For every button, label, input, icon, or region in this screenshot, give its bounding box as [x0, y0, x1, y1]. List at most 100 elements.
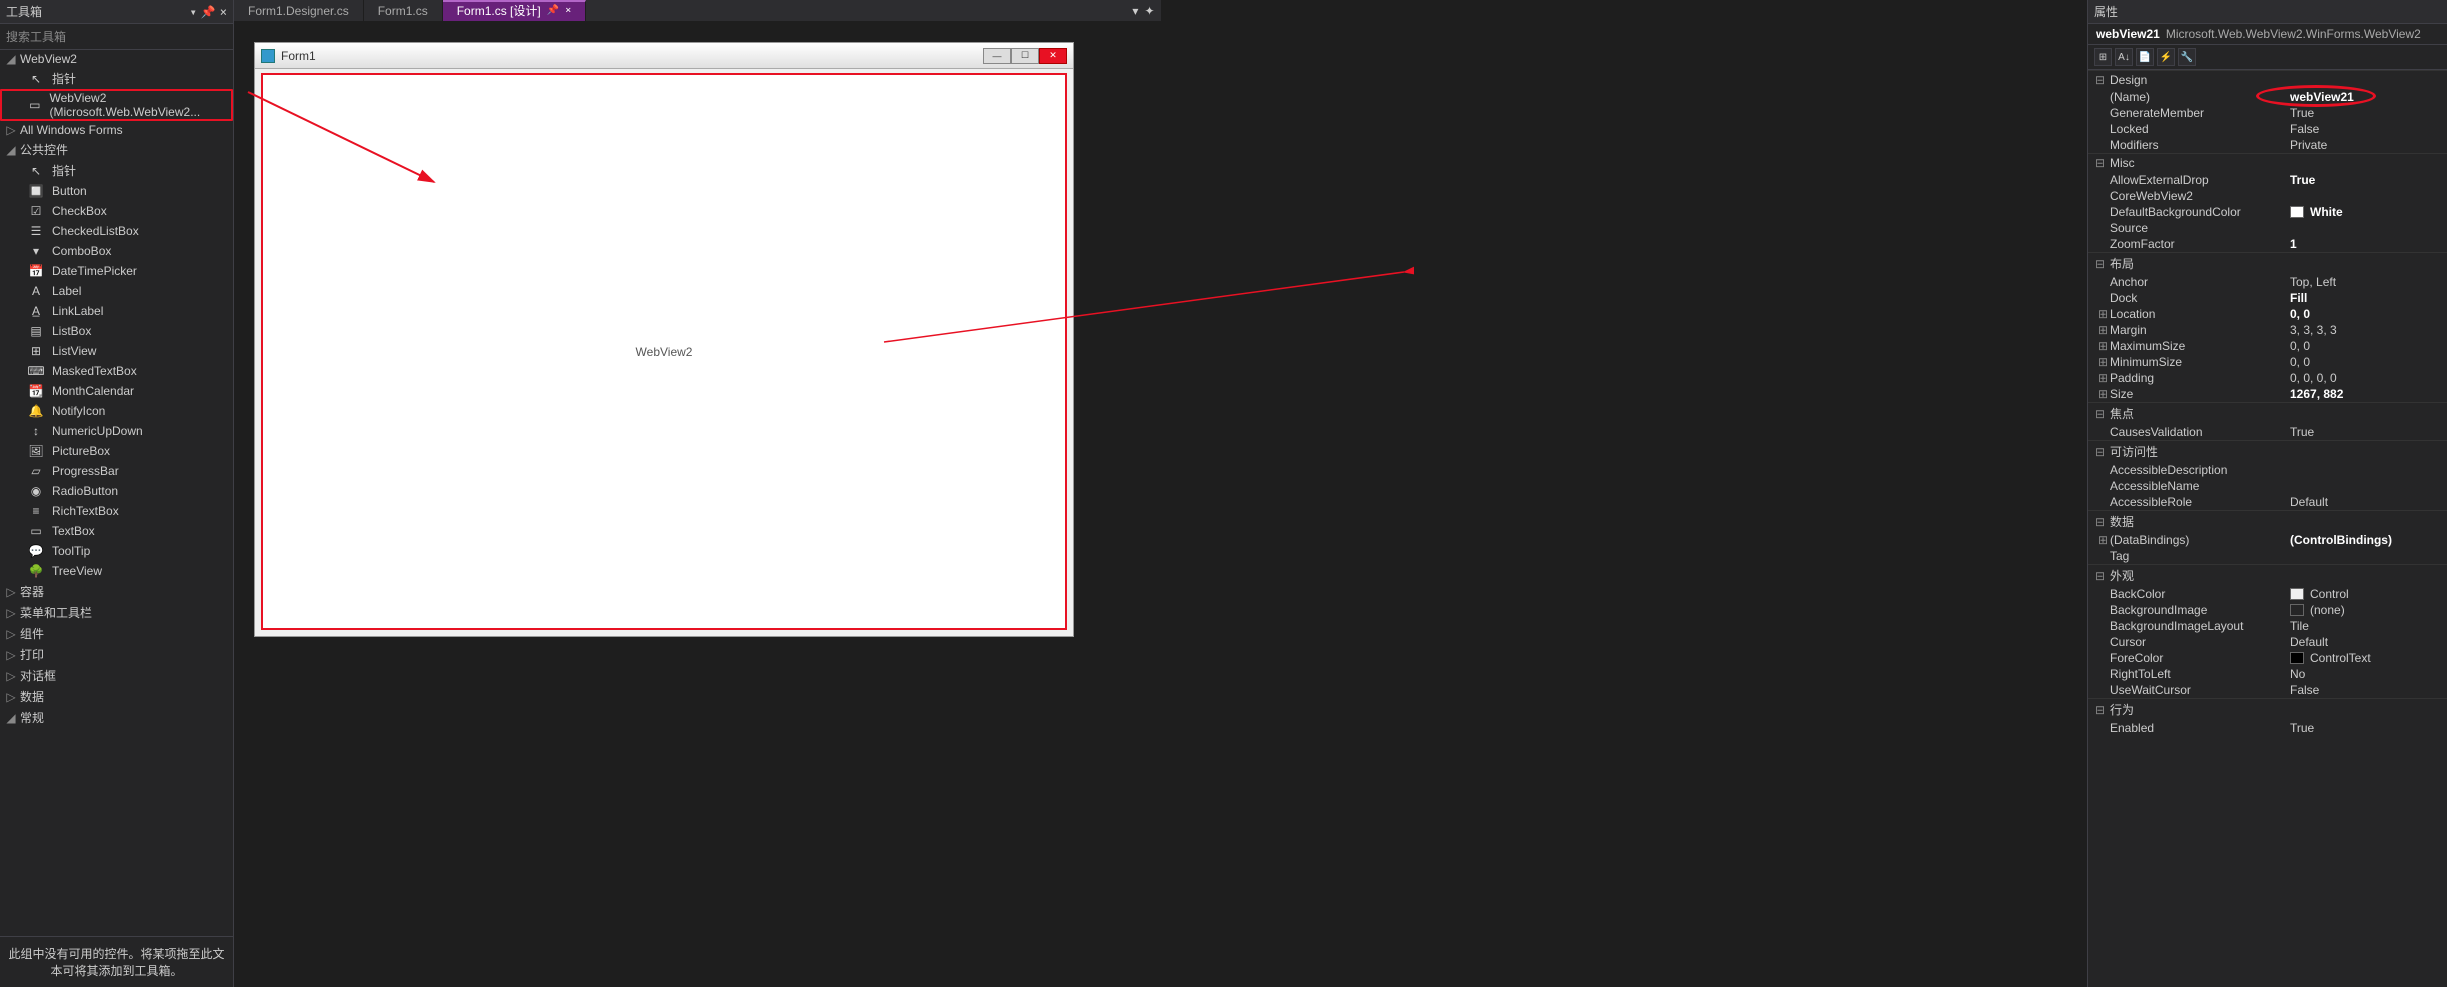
property-value[interactable]: (none) [2290, 603, 2447, 617]
collapse-icon[interactable]: ⊟ [2094, 407, 2106, 421]
expand-icon[interactable]: ◢ [6, 711, 16, 725]
property-row[interactable]: ZoomFactor1 [2088, 236, 2447, 252]
toolbox-item[interactable]: ↕NumericUpDown [0, 421, 233, 441]
form-close-button[interactable]: ✕ [1039, 48, 1067, 64]
property-row[interactable]: (Name)webView21 [2088, 89, 2447, 105]
property-value[interactable]: 3, 3, 3, 3 [2290, 323, 2447, 337]
expand-icon[interactable]: ⊞ [2096, 307, 2110, 321]
solution-explorer-icon[interactable]: ✦ [1144, 4, 1154, 18]
expand-icon[interactable]: ▷ [6, 669, 16, 683]
toolbox-item[interactable]: ▤ListBox [0, 321, 233, 341]
expand-icon[interactable]: ⊞ [2096, 371, 2110, 385]
toolbox-group[interactable]: ▷容器 [0, 581, 233, 602]
property-pages-icon[interactable]: 🔧 [2178, 48, 2196, 66]
expand-icon[interactable]: ⊞ [2096, 533, 2110, 547]
toolbox-item[interactable]: ⊞ListView [0, 341, 233, 361]
toolbox-item[interactable]: ↖指针 [0, 68, 233, 89]
collapse-icon[interactable]: ⊟ [2094, 703, 2106, 717]
property-value[interactable]: No [2290, 667, 2447, 681]
property-value[interactable]: 0, 0, 0, 0 [2290, 371, 2447, 385]
property-value[interactable]: webView21 [2290, 90, 2447, 104]
property-value[interactable]: (ControlBindings) [2290, 533, 2447, 547]
object-selector[interactable]: webView21 Microsoft.Web.WebView2.WinForm… [2088, 24, 2447, 45]
property-value[interactable]: White [2290, 205, 2447, 219]
toolbox-item[interactable]: 🔲Button [0, 181, 233, 201]
property-row[interactable]: ⊞Margin3, 3, 3, 3 [2088, 322, 2447, 338]
property-row[interactable]: ⊞Location0, 0 [2088, 306, 2447, 322]
property-row[interactable]: DefaultBackgroundColorWhite [2088, 204, 2447, 220]
property-value[interactable]: Control [2290, 587, 2447, 601]
property-row[interactable]: ForeColorControlText [2088, 650, 2447, 666]
property-row[interactable]: RightToLeftNo [2088, 666, 2447, 682]
toolbox-item[interactable]: ⌨MaskedTextBox [0, 361, 233, 381]
toolbox-item[interactable]: ▾ComboBox [0, 241, 233, 261]
toolbox-item[interactable]: 💬ToolTip [0, 541, 233, 561]
expand-icon[interactable]: ◢ [6, 52, 16, 66]
collapse-icon[interactable]: ⊟ [2094, 515, 2106, 529]
property-value[interactable]: Tile [2290, 619, 2447, 633]
collapse-icon[interactable]: ⊟ [2094, 445, 2106, 459]
property-row[interactable]: AccessibleDescription [2088, 462, 2447, 478]
property-row[interactable]: CausesValidationTrue [2088, 424, 2447, 440]
toolbox-group[interactable]: ◢常规 [0, 707, 233, 728]
property-category[interactable]: ⊟Misc [2088, 153, 2447, 172]
property-row[interactable]: AccessibleRoleDefault [2088, 494, 2447, 510]
property-value[interactable] [2290, 221, 2447, 235]
property-value[interactable]: 0, 0 [2290, 307, 2447, 321]
property-row[interactable]: DockFill [2088, 290, 2447, 306]
events-icon[interactable]: ⚡ [2157, 48, 2175, 66]
pin-icon[interactable]: 📌 [201, 5, 216, 19]
property-row[interactable]: ⊞MinimumSize0, 0 [2088, 354, 2447, 370]
property-value[interactable]: False [2290, 122, 2447, 136]
property-value[interactable]: True [2290, 173, 2447, 187]
property-value[interactable]: 0, 0 [2290, 339, 2447, 353]
form1-window[interactable]: Form1 — ☐ ✕ WebView2 [254, 42, 1074, 637]
property-value[interactable]: Fill [2290, 291, 2447, 305]
toolbox-group[interactable]: ▷All Windows Forms [0, 121, 233, 139]
property-row[interactable]: BackgroundImageLayoutTile [2088, 618, 2447, 634]
toolbox-item[interactable]: ≡RichTextBox [0, 501, 233, 521]
toolbox-group[interactable]: ▷菜单和工具栏 [0, 602, 233, 623]
property-value[interactable]: Default [2290, 635, 2447, 649]
property-category[interactable]: ⊟数据 [2088, 510, 2447, 532]
tab-Form1-cs-----[interactable]: Form1.cs [设计]📌× [443, 0, 587, 21]
tab-Form1-Designer-cs[interactable]: Form1.Designer.cs [234, 0, 364, 21]
property-category[interactable]: ⊟行为 [2088, 698, 2447, 720]
property-row[interactable]: AccessibleName [2088, 478, 2447, 494]
toolbox-item[interactable]: ▭WebView2 (Microsoft.Web.WebView2... [0, 89, 233, 121]
toolbox-item[interactable]: 📆MonthCalendar [0, 381, 233, 401]
property-row[interactable]: AllowExternalDropTrue [2088, 172, 2447, 188]
property-category[interactable]: ⊟布局 [2088, 252, 2447, 274]
collapse-icon[interactable]: ⊟ [2094, 569, 2106, 583]
toolbox-item[interactable]: A̲LinkLabel [0, 301, 233, 321]
expand-icon[interactable]: ⊞ [2096, 323, 2110, 337]
toolbox-item[interactable]: ▱ProgressBar [0, 461, 233, 481]
minimize-button[interactable]: — [983, 48, 1011, 64]
expand-icon[interactable]: ▷ [6, 123, 16, 137]
pin-icon[interactable]: 📌 [547, 5, 559, 16]
categorized-icon[interactable]: ⊞ [2094, 48, 2112, 66]
property-row[interactable]: ⊞(DataBindings)(ControlBindings) [2088, 532, 2447, 548]
toolbox-item[interactable]: ALabel [0, 281, 233, 301]
property-row[interactable]: ModifiersPrivate [2088, 137, 2447, 153]
property-value[interactable]: True [2290, 425, 2447, 439]
designer-surface[interactable]: Form1 — ☐ ✕ WebView2 [234, 22, 1161, 987]
toolbox-item[interactable]: 📅DateTimePicker [0, 261, 233, 281]
property-value[interactable]: True [2290, 721, 2447, 735]
property-value[interactable] [2290, 549, 2447, 563]
property-category[interactable]: ⊟可访问性 [2088, 440, 2447, 462]
tab-Form1-cs[interactable]: Form1.cs [364, 0, 443, 21]
toolbox-item[interactable]: 🖼PictureBox [0, 441, 233, 461]
toolbox-item[interactable]: ☑CheckBox [0, 201, 233, 221]
maximize-button[interactable]: ☐ [1011, 48, 1039, 64]
property-value[interactable]: Top, Left [2290, 275, 2447, 289]
property-row[interactable]: BackgroundImage(none) [2088, 602, 2447, 618]
toolbox-item[interactable]: ↖指针 [0, 160, 233, 181]
property-row[interactable]: UseWaitCursorFalse [2088, 682, 2447, 698]
collapse-icon[interactable]: ⊟ [2094, 156, 2106, 170]
property-row[interactable]: ⊞MaximumSize0, 0 [2088, 338, 2447, 354]
expand-icon[interactable]: ⊞ [2096, 339, 2110, 353]
toolbox-item[interactable]: ▭TextBox [0, 521, 233, 541]
expand-icon[interactable]: ▷ [6, 648, 16, 662]
properties-icon[interactable]: 📄 [2136, 48, 2154, 66]
